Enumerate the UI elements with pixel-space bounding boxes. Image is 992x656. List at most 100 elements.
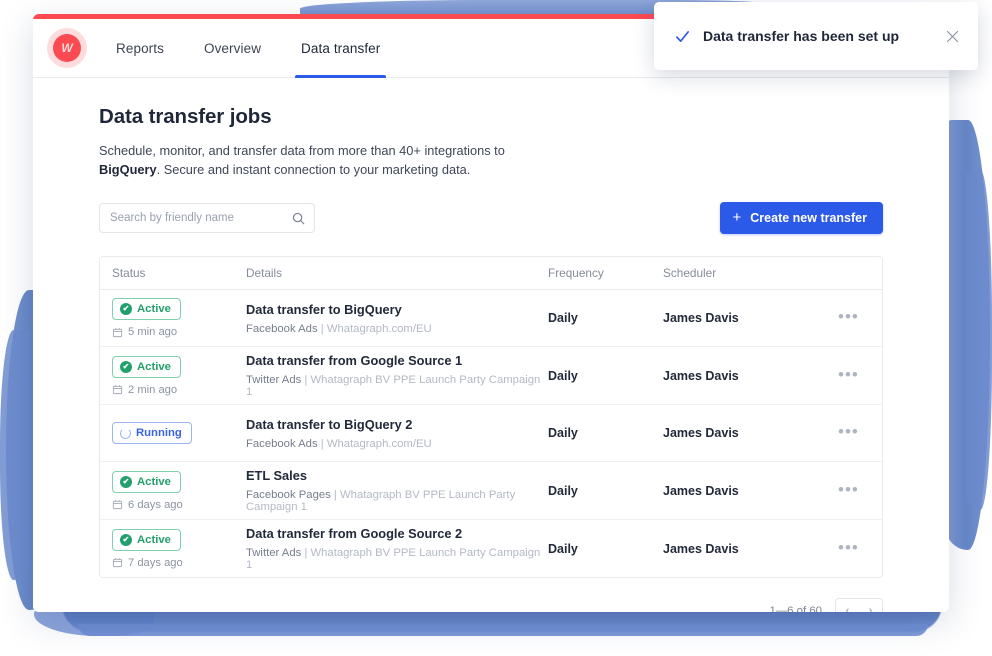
last-run-time: 5 min ago <box>112 326 240 338</box>
page-content: Data transfer jobs Schedule, monitor, an… <box>33 78 949 612</box>
transfers-table: Status Details Frequency Scheduler ✔Acti… <box>99 256 883 579</box>
cell-actions: ••• <box>838 309 882 327</box>
pagination: 1—6 of 60 ‹ › <box>99 598 883 612</box>
cell-scheduler: James Davis <box>663 426 838 440</box>
decor-brush-bottom-inner <box>78 624 928 636</box>
pagination-buttons: ‹ › <box>835 598 883 612</box>
toast-notification: Data transfer has been set up <box>654 2 978 70</box>
cell-actions: ••• <box>838 482 882 500</box>
check-circle-icon: ✔ <box>120 534 132 546</box>
calendar-icon <box>112 384 123 395</box>
transfer-source: Facebook Ads <box>246 323 318 335</box>
cell-frequency: Daily <box>548 542 663 556</box>
cell-status: Running <box>100 422 240 444</box>
cell-details: Data transfer from Google Source 2 Twitte… <box>240 526 548 571</box>
brand-logo[interactable]: W <box>53 34 81 62</box>
transfer-source-line: Twitter Ads | Whatagraph BV PPE Launch P… <box>246 374 548 398</box>
column-header-frequency: Frequency <box>548 266 663 280</box>
cell-details: Data transfer from Google Source 1 Twitte… <box>240 353 548 398</box>
cell-actions: ••• <box>838 424 882 442</box>
check-icon <box>674 28 691 45</box>
status-badge: ✔Active <box>112 356 181 378</box>
cell-scheduler: James Davis <box>663 542 838 556</box>
row-menu-icon[interactable]: ••• <box>838 480 859 499</box>
calendar-icon <box>112 557 123 568</box>
transfer-name[interactable]: Data transfer from Google Source 1 <box>246 353 548 368</box>
status-badge: ✔Active <box>112 471 181 493</box>
status-badge-label: Active <box>137 303 171 315</box>
pagination-prev-button[interactable]: ‹ <box>836 599 859 612</box>
table-body: ✔Active5 min agoData transfer to BigQuer… <box>100 290 882 578</box>
transfer-name[interactable]: Data transfer to BigQuery 2 <box>246 417 548 432</box>
row-menu-icon[interactable]: ••• <box>838 365 859 384</box>
transfer-source-line: Facebook Ads | Whatagraph.com/EU <box>246 438 548 450</box>
transfer-campaign: Whatagraph.com/EU <box>327 323 432 335</box>
status-badge-label: Active <box>137 534 171 546</box>
column-header-status: Status <box>100 266 240 280</box>
transfer-source: Twitter Ads <box>246 374 301 386</box>
cell-actions: ••• <box>838 367 882 385</box>
cell-details: Data transfer to BigQuery 2 Facebook Ads … <box>240 417 548 450</box>
cell-status: ✔ Active 7 days ago <box>100 529 240 569</box>
cell-frequency: Daily <box>548 426 663 440</box>
transfer-separator: | <box>331 489 340 501</box>
transfer-separator: | <box>318 323 327 335</box>
cell-frequency: Daily <box>548 369 663 383</box>
cell-frequency: Daily <box>548 484 663 498</box>
page-title: Data transfer jobs <box>99 105 883 129</box>
last-run-label: 2 min ago <box>128 384 177 396</box>
nav-item-overview[interactable]: Overview <box>204 19 261 78</box>
row-menu-icon[interactable]: ••• <box>838 307 859 326</box>
last-run-label: 7 days ago <box>128 557 183 569</box>
main-nav: Reports Overview Data transfer <box>116 19 420 78</box>
cell-scheduler: James Davis <box>663 311 838 325</box>
transfer-name[interactable]: Data transfer to BigQuery <box>246 302 548 317</box>
row-menu-icon[interactable]: ••• <box>838 538 859 557</box>
transfer-campaign: Whatagraph.com/EU <box>327 438 432 450</box>
last-run-time: 7 days ago <box>112 557 240 569</box>
cell-scheduler: James Davis <box>663 484 838 498</box>
table-row[interactable]: ✔Active 6 days ago ETL Sales Facebook Pages… <box>100 462 882 520</box>
search-box[interactable] <box>99 203 315 233</box>
app-window: W Reports Overview Data transfer Data tr… <box>33 14 949 612</box>
check-circle-icon: ✔ <box>120 361 132 373</box>
last-run-label: 5 min ago <box>128 326 177 338</box>
table-header-row: Status Details Frequency Scheduler <box>100 257 882 290</box>
transfer-source-line: Twitter Ads | Whatagraph BV PPE Launch P… <box>246 547 548 571</box>
status-badge: ✔Active <box>112 298 181 320</box>
table-row[interactable]: ✔ Active 7 days ago Data transfer from Goog… <box>100 520 882 578</box>
transfer-source: Facebook Ads <box>246 438 318 450</box>
status-badge: ✔ Active <box>112 529 181 551</box>
nav-item-data-transfer[interactable]: Data transfer <box>301 19 380 78</box>
transfer-name[interactable]: ETL Sales <box>246 468 548 483</box>
cell-status: ✔Active 2 min ago <box>100 356 240 396</box>
transfer-separator: | <box>318 438 327 450</box>
table-row[interactable]: Running Data transfer to BigQuery 2 Facebo… <box>100 405 882 463</box>
spinner-icon <box>120 428 131 439</box>
check-circle-icon: ✔ <box>120 476 132 488</box>
plus-icon: + <box>733 210 742 225</box>
transfer-source: Twitter Ads <box>246 547 301 559</box>
screen-root: W Reports Overview Data transfer Data tr… <box>0 0 992 656</box>
create-new-transfer-button[interactable]: + Create new transfer <box>720 202 883 234</box>
column-header-details: Details <box>240 266 548 280</box>
status-badge: Running <box>112 422 192 444</box>
page-subtitle-part2: . Secure and instant connection to your … <box>157 162 471 177</box>
pagination-next-button[interactable]: › <box>859 599 882 612</box>
pagination-range: 1—6 of 60 <box>769 605 822 612</box>
search-input[interactable] <box>100 204 314 232</box>
transfer-source-line: Facebook Pages | Whatagraph BV PPE Launc… <box>246 489 548 513</box>
cell-status: ✔Active 5 min ago <box>100 298 240 338</box>
toolbar: + Create new transfer <box>99 202 883 234</box>
transfer-name[interactable]: Data transfer from Google Source 2 <box>246 526 548 541</box>
calendar-icon <box>112 499 123 510</box>
nav-item-reports[interactable]: Reports <box>116 19 164 78</box>
transfer-source-line: Facebook Ads | Whatagraph.com/EU <box>246 323 548 335</box>
close-icon[interactable] <box>945 29 960 44</box>
last-run-time: 6 days ago <box>112 499 240 511</box>
table-row[interactable]: ✔Active 5 min ago Data transfer to BigQuer… <box>100 290 882 348</box>
table-row[interactable]: ✔Active 2 min ago Data transfer from Googl… <box>100 347 882 405</box>
search-icon <box>291 211 306 226</box>
cell-details: ETL Sales Facebook Pages | Whatagraph BV … <box>240 468 548 513</box>
row-menu-icon[interactable]: ••• <box>838 422 859 441</box>
